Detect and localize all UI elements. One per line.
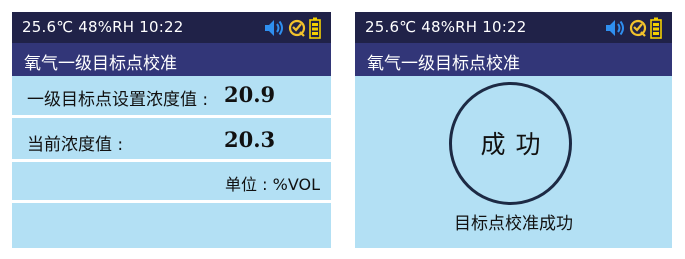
current-concentration-row: 当前浓度值 : 20.3 xyxy=(12,118,331,159)
status-readout: 25.6℃ 48%RH 10:22 xyxy=(22,18,184,36)
success-message: 目标点校准成功 xyxy=(454,214,573,234)
status-icons xyxy=(263,17,321,39)
success-indicator: 成功 xyxy=(449,82,572,205)
status-bar: 25.6℃ 48%RH 10:22 xyxy=(355,12,672,43)
status-icons xyxy=(604,17,662,39)
speaker-icon xyxy=(606,20,624,36)
success-text: 成功 xyxy=(480,130,551,159)
current-concentration-value: 20.3 xyxy=(224,127,276,152)
empty-row xyxy=(12,203,331,248)
title-bar: 氧气一级目标点校准 xyxy=(355,43,672,76)
battery-icon xyxy=(309,17,321,39)
page-title: 氧气一级目标点校准 xyxy=(24,54,177,74)
unit-label: 单位 : %VOL xyxy=(225,175,320,194)
speaker-icon xyxy=(265,20,283,36)
sensor-status-icon xyxy=(629,19,647,37)
status-bar: 25.6℃ 48%RH 10:22 xyxy=(12,12,331,43)
setpoint-value: 20.9 xyxy=(224,82,276,107)
sensor-status-icon xyxy=(288,19,306,37)
calibration-screen-left: 25.6℃ 48%RH 10:22 氧气一级目标点校准 一级目标点设置浓度值:… xyxy=(12,12,331,248)
page-title: 氧气一级目标点校准 xyxy=(367,54,520,74)
setpoint-row: 一级目标点设置浓度值 : 20.9 xyxy=(12,76,331,115)
calibration-screen-right: 25.6℃ 48%RH 10:22 氧气一级目标点校准 成功 目标点校准成功 xyxy=(355,12,672,248)
battery-icon xyxy=(650,17,662,39)
status-readout: 25.6℃ 48%RH 10:22 xyxy=(365,18,527,36)
title-bar: 氧气一级目标点校准 xyxy=(12,43,331,76)
unit-row: 单位 : %VOL xyxy=(12,162,331,200)
current-concentration-label: 当前浓度值 : xyxy=(27,135,124,155)
setpoint-label: 一级目标点设置浓度值 : xyxy=(27,90,209,110)
